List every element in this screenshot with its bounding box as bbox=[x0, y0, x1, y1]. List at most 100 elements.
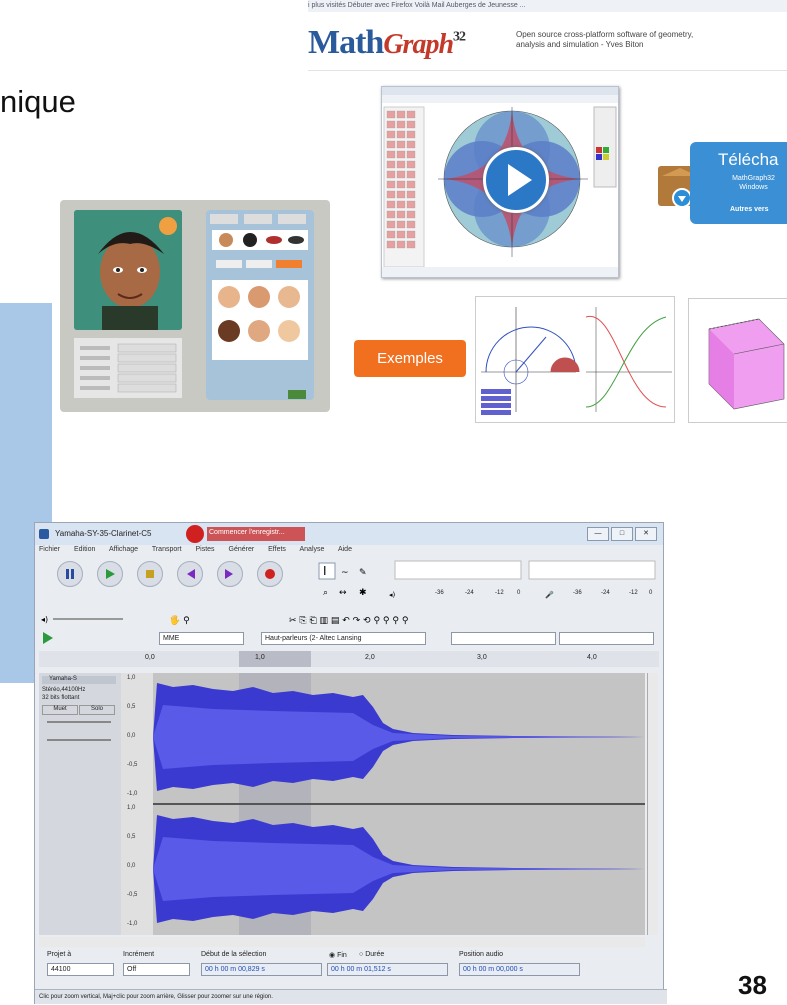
status-bar: Clic pour zoom vertical, Maj+clic pour z… bbox=[35, 989, 667, 1004]
menu-view[interactable]: Affichage bbox=[109, 546, 138, 553]
example-cube-thumbnail[interactable] bbox=[688, 298, 787, 423]
play-video-button[interactable] bbox=[483, 147, 549, 213]
audacity-window: Yamaha-SY-35-Clarinet-C5 Commencer l'enr… bbox=[34, 522, 667, 1004]
waveform-view[interactable] bbox=[153, 673, 645, 935]
menu-transport[interactable]: Transport bbox=[152, 546, 182, 553]
snap-select[interactable]: Off bbox=[123, 963, 190, 976]
face-option[interactable] bbox=[278, 320, 300, 342]
download-title: Télécha bbox=[718, 150, 779, 169]
length-radio[interactable]: ○ Durée bbox=[359, 951, 384, 958]
play-at-speed-icon[interactable] bbox=[39, 629, 69, 647]
skip-end-button[interactable] bbox=[217, 561, 243, 587]
svg-text:✎: ✎ bbox=[359, 568, 367, 578]
slide-title: nique bbox=[0, 84, 76, 119]
svg-text:◂): ◂) bbox=[41, 615, 48, 624]
ruler-tick: 2,0 bbox=[365, 654, 375, 661]
project-rate-select[interactable]: 44100 bbox=[47, 963, 114, 976]
timeline-ruler[interactable]: 0,0 1,0 2,0 3,0 4,0 bbox=[39, 651, 659, 667]
download-button[interactable]: Télécha MathGraph32 Windows Autres vers bbox=[690, 142, 787, 224]
play-icon bbox=[508, 164, 532, 196]
face-option[interactable] bbox=[248, 286, 270, 308]
avatar-stats-panel bbox=[74, 338, 182, 398]
scale-label: 0,0 bbox=[127, 733, 136, 739]
mathgraph-video-preview[interactable] bbox=[381, 86, 619, 278]
avatar-ok-button[interactable] bbox=[288, 390, 306, 399]
length-label: Durée bbox=[365, 951, 385, 958]
example-cube-drawing bbox=[708, 318, 785, 410]
menu-effects[interactable]: Effets bbox=[268, 546, 286, 553]
feature-tabs[interactable] bbox=[212, 230, 308, 250]
face-option[interactable] bbox=[278, 286, 300, 308]
face-option[interactable] bbox=[248, 320, 270, 342]
pause-button[interactable] bbox=[57, 561, 83, 587]
input-channels-select[interactable] bbox=[559, 632, 654, 645]
meter-tick: -24 bbox=[465, 590, 474, 596]
edit-toolbar: ◂) 🖐 ⚲ ✂ ⎘ ⎗ ▥ ▤ ↶ ↷ ⟲ ⚲ ⚲ ⚲ ⚲ bbox=[39, 611, 659, 627]
menu-edit[interactable]: Edition bbox=[74, 546, 95, 553]
scale-label: -0,5 bbox=[127, 762, 138, 768]
example-graph-drawing bbox=[481, 307, 672, 415]
svg-text:↔: ↔ bbox=[339, 588, 347, 598]
output-device-select[interactable]: Haut-parleurs (2- Altec Lansing bbox=[261, 632, 426, 645]
ruler-tick: 1,0 bbox=[255, 654, 265, 661]
examples-button[interactable]: Exemples bbox=[354, 340, 466, 377]
close-button[interactable]: ✕ bbox=[635, 527, 657, 541]
ruler-tick: 3,0 bbox=[477, 654, 487, 661]
menu-analyze[interactable]: Analyse bbox=[299, 546, 324, 553]
meter-tick: -12 bbox=[629, 590, 638, 596]
host-select[interactable]: MME bbox=[159, 632, 244, 645]
audio-position-field[interactable]: 00 h 00 m 00,000 s bbox=[459, 963, 580, 976]
meter-tick: 0 bbox=[649, 590, 653, 596]
svg-text:◂): ◂) bbox=[389, 591, 396, 599]
mathgraph-logo[interactable]: MathGraph32 bbox=[308, 24, 466, 62]
sub-tabs[interactable] bbox=[212, 256, 308, 268]
stop-button[interactable] bbox=[137, 561, 163, 587]
scale-label: -1,0 bbox=[127, 921, 138, 927]
scale-label: 1,0 bbox=[127, 675, 136, 681]
face-option[interactable] bbox=[218, 320, 240, 342]
track-area[interactable]: Yamaha-S Stéréo,44100Hz 32 bits flottant… bbox=[39, 673, 645, 935]
face-choices-grid[interactable] bbox=[212, 280, 308, 360]
pause-icon bbox=[66, 569, 74, 579]
audio-position-label: Position audio bbox=[459, 951, 503, 958]
selection-start-label: Début de la sélection bbox=[201, 951, 267, 958]
input-device-select[interactable] bbox=[451, 632, 556, 645]
ruler-tick: 4,0 bbox=[587, 654, 597, 661]
menu-file[interactable]: Fichier bbox=[39, 546, 60, 553]
record-tooltip: Commencer l'enregistr... bbox=[185, 525, 305, 543]
selection-start-field[interactable]: 00 h 00 m 00,829 s bbox=[201, 963, 322, 976]
minimize-button[interactable]: — bbox=[587, 527, 609, 541]
window-controls: — □ ✕ bbox=[585, 527, 657, 541]
pan-slider[interactable] bbox=[47, 739, 111, 741]
ruler-selection bbox=[239, 651, 311, 667]
menu-bar: Fichier Edition Affichage Transport Pist… bbox=[39, 546, 659, 558]
selection-end-field[interactable]: 00 h 00 m 01,512 s bbox=[327, 963, 448, 976]
meter-tick: 0 bbox=[517, 590, 521, 596]
vertical-scrollbar[interactable] bbox=[647, 673, 658, 935]
play-icon bbox=[106, 569, 115, 579]
skip-start-icon bbox=[187, 569, 195, 579]
example-graph-thumbnail[interactable] bbox=[475, 296, 675, 423]
window-title: Yamaha-SY-35-Clarinet-C5 bbox=[55, 529, 152, 538]
menu-tracks[interactable]: Pistes bbox=[195, 546, 214, 553]
gain-slider[interactable] bbox=[47, 721, 111, 723]
snap-label: Incrément bbox=[123, 951, 155, 958]
maximize-button[interactable]: □ bbox=[611, 527, 633, 541]
other-versions-link[interactable]: Autres vers bbox=[730, 206, 769, 213]
solo-button[interactable]: Solo bbox=[79, 705, 115, 715]
stop-icon bbox=[146, 570, 154, 578]
track-format: Stéréo,44100Hz bbox=[42, 687, 86, 693]
menu-generate[interactable]: Générer bbox=[229, 546, 255, 553]
svg-text:⌕: ⌕ bbox=[323, 588, 328, 598]
skip-start-button[interactable] bbox=[177, 561, 203, 587]
skip-end-icon bbox=[225, 569, 233, 579]
waveform bbox=[153, 673, 645, 935]
scale-label: -0,5 bbox=[127, 892, 138, 898]
mute-button[interactable]: Muet bbox=[42, 705, 78, 715]
face-option[interactable] bbox=[218, 286, 240, 308]
end-radio[interactable]: ◉ Fin bbox=[329, 951, 347, 959]
menu-help[interactable]: Aide bbox=[338, 546, 352, 553]
record-button[interactable] bbox=[257, 561, 283, 587]
horizontal-scrollbar[interactable] bbox=[39, 937, 645, 947]
play-button[interactable] bbox=[97, 561, 123, 587]
